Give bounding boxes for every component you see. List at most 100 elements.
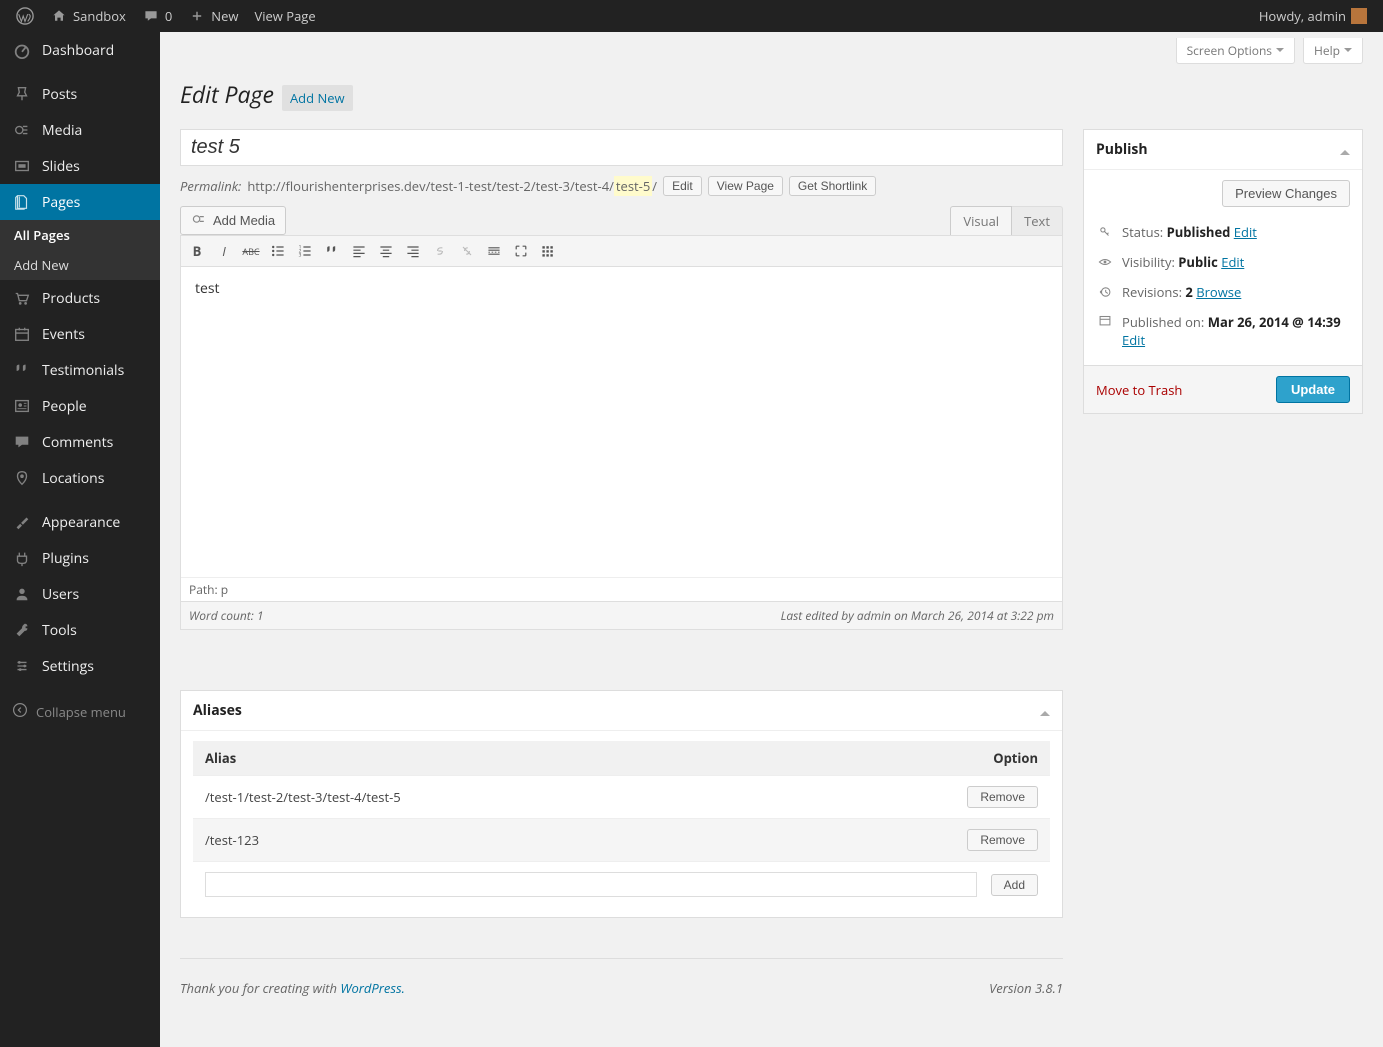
post-title-input[interactable] [180, 129, 1063, 166]
alias-add-row: Add [193, 861, 1050, 907]
option-col-header: Option [993, 749, 1038, 767]
collapse-menu[interactable]: Collapse menu [0, 692, 160, 732]
home-icon [50, 7, 68, 25]
visual-tab[interactable]: Visual [950, 206, 1012, 235]
update-button[interactable]: Update [1276, 376, 1350, 403]
screen-options-tab[interactable]: Screen Options [1176, 38, 1295, 64]
submenu-all-pages[interactable]: All Pages [0, 220, 160, 250]
wordpress-icon [16, 7, 34, 25]
alias-input[interactable] [205, 872, 977, 897]
menu-plugins[interactable]: Plugins [0, 540, 160, 576]
menu-tools[interactable]: Tools [0, 612, 160, 648]
collapse-icon [12, 702, 28, 722]
collapse-icon[interactable] [1040, 706, 1050, 716]
menu-pages[interactable]: Pages [0, 184, 160, 220]
menu-slides[interactable]: Slides [0, 148, 160, 184]
menu-users[interactable]: Users [0, 576, 160, 612]
move-to-trash-link[interactable]: Move to Trash [1096, 381, 1182, 399]
new-label: New [211, 7, 238, 25]
settings-icon [12, 656, 32, 676]
menu-settings[interactable]: Settings [0, 648, 160, 684]
permalink-row: Permalink: http://flourishenterprises.de… [180, 176, 1063, 196]
account-link[interactable]: Howdy, admin [1251, 0, 1375, 32]
slides-icon [12, 156, 32, 176]
menu-comments[interactable]: Comments [0, 424, 160, 460]
plus-icon [188, 7, 206, 25]
aliases-box: Aliases Alias Option /test-1/test-2/test… [180, 690, 1063, 918]
link-button[interactable] [427, 239, 453, 263]
add-new-button[interactable]: Add New [282, 85, 353, 111]
menu-dashboard[interactable]: Dashboard [0, 32, 160, 68]
menu-posts[interactable]: Posts [0, 76, 160, 112]
menu-people[interactable]: People [0, 388, 160, 424]
cart-icon [12, 288, 32, 308]
version-label: Version 3.8.1 [989, 979, 1063, 997]
svg-text:3: 3 [299, 253, 302, 259]
alias-row: /test-123 Remove [193, 818, 1050, 861]
edit-date-link[interactable]: Edit [1122, 331, 1145, 349]
media-icon [12, 120, 32, 140]
add-alias-button[interactable]: Add [991, 874, 1038, 896]
ol-button[interactable]: 123 [292, 239, 318, 263]
permalink-edit-button[interactable]: Edit [663, 176, 702, 196]
user-icon [12, 584, 32, 604]
wp-logo[interactable] [8, 0, 42, 32]
align-left-button[interactable] [346, 239, 372, 263]
comments-link[interactable]: 0 [134, 0, 180, 32]
unlink-button[interactable] [454, 239, 480, 263]
menu-testimonials[interactable]: Testimonials [0, 352, 160, 388]
text-tab[interactable]: Text [1012, 206, 1063, 235]
alias-path: /test-1/test-2/test-3/test-4/test-5 [205, 788, 967, 806]
pin-icon [12, 84, 32, 104]
comment-menu-icon [12, 432, 32, 452]
wordpress-link[interactable]: WordPress. [340, 979, 405, 997]
submenu-add-new[interactable]: Add New [0, 250, 160, 280]
strike-button[interactable]: ABC [238, 239, 264, 263]
get-shortlink-button[interactable]: Get Shortlink [789, 176, 876, 196]
remove-alias-button[interactable]: Remove [967, 829, 1038, 851]
comment-icon [142, 7, 160, 25]
menu-locations[interactable]: Locations [0, 460, 160, 496]
collapse-icon[interactable] [1340, 145, 1350, 155]
calendar-icon [12, 324, 32, 344]
align-right-button[interactable] [400, 239, 426, 263]
editor-path: Path: p [181, 577, 1062, 601]
bold-button[interactable]: B [184, 239, 210, 263]
word-count: Word count: 1 [189, 607, 264, 624]
edit-status-link[interactable]: Edit [1234, 223, 1257, 241]
editor-body[interactable]: test [181, 267, 1062, 577]
menu-products[interactable]: Products [0, 280, 160, 316]
quote-icon [12, 360, 32, 380]
fullscreen-button[interactable] [508, 239, 534, 263]
more-button[interactable] [481, 239, 507, 263]
chevron-down-icon [1276, 48, 1284, 56]
site-name-link[interactable]: Sandbox [42, 0, 134, 32]
italic-button[interactable]: I [211, 239, 237, 263]
kitchen-sink-button[interactable] [535, 239, 561, 263]
calendar-icon [1096, 313, 1114, 327]
menu-media[interactable]: Media [0, 112, 160, 148]
comments-count: 0 [165, 7, 172, 25]
edit-visibility-link[interactable]: Edit [1221, 253, 1244, 271]
blockquote-button[interactable] [319, 239, 345, 263]
key-icon [1096, 225, 1114, 239]
browse-revisions-link[interactable]: Browse [1196, 283, 1241, 301]
align-center-button[interactable] [373, 239, 399, 263]
preview-changes-button[interactable]: Preview Changes [1222, 180, 1350, 207]
menu-events[interactable]: Events [0, 316, 160, 352]
permalink-slug: test-5 [614, 176, 652, 196]
submenu-pages: All Pages Add New [0, 220, 160, 280]
help-tab[interactable]: Help [1303, 38, 1363, 64]
view-page-button[interactable]: View Page [708, 176, 783, 196]
view-page-link[interactable]: View Page [246, 0, 323, 32]
new-content-link[interactable]: New [180, 0, 246, 32]
dashboard-icon [12, 40, 32, 60]
editor: B I ABC 123 t [180, 235, 1063, 630]
remove-alias-button[interactable]: Remove [967, 786, 1038, 808]
appearance-icon [12, 512, 32, 532]
add-media-button[interactable]: Add Media [180, 206, 286, 235]
ul-button[interactable] [265, 239, 291, 263]
menu-appearance[interactable]: Appearance [0, 504, 160, 540]
chevron-down-icon [1344, 48, 1352, 56]
media-icon [191, 211, 207, 230]
